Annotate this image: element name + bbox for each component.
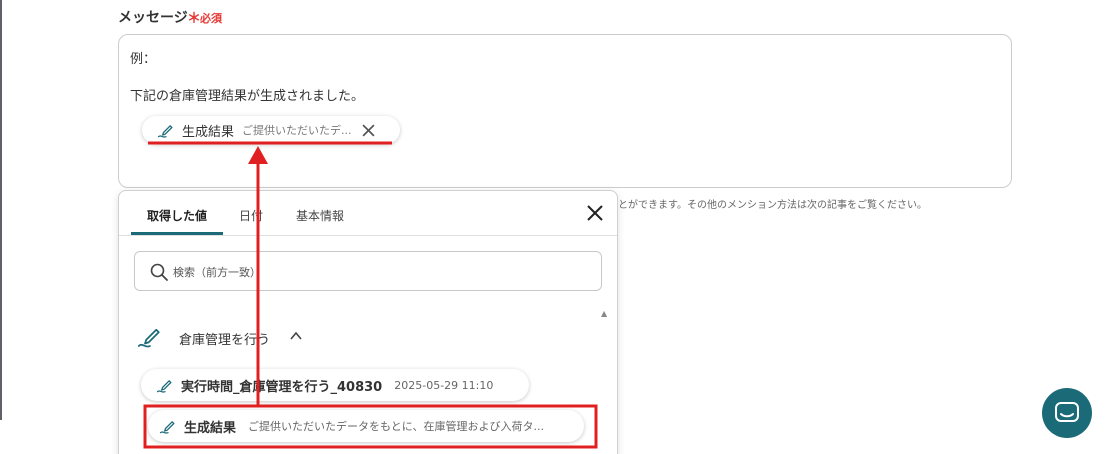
required-badge: 必須 — [200, 12, 222, 25]
item-desc: 2025-05-29 11:10 — [394, 378, 494, 392]
chat-icon — [1055, 402, 1079, 422]
required-star: ＊ — [187, 11, 201, 27]
list-item-run-time[interactable]: 実行時間_倉庫管理を行う_40830 2025-05-29 11:10 — [141, 369, 529, 401]
scroll-up-arrow[interactable]: ▲ — [601, 309, 607, 318]
message-line-1: 例： — [130, 52, 157, 67]
search-icon — [150, 263, 168, 281]
message-textarea[interactable]: 例： 下記の倉庫管理結果が生成されました。 生成結果 ご提供いただいたデ... — [118, 34, 1012, 188]
pen-squiggle-icon — [156, 380, 172, 393]
tab-date[interactable]: 日付 — [239, 207, 263, 224]
page: メッセージ ＊ 必須 例： 下記の倉庫管理結果が生成されました。 生成結果 ご提… — [0, 0, 1112, 454]
list-item-generated-result[interactable]: 生成結果 ご提供いただいたデータをもとに、在庫管理および入荷タ... — [148, 410, 584, 442]
chip-desc: ご提供いただいたデ... — [242, 124, 352, 137]
pen-squiggle-icon — [137, 328, 160, 348]
item-desc: ご提供いただいたデータをもとに、在庫管理および入荷タ... — [248, 420, 544, 433]
chevron-up-icon[interactable] — [289, 329, 303, 343]
message-line-2: 下記の倉庫管理結果が生成されました。 — [130, 89, 365, 104]
helper-text: とができます。その他のメンション方法は次の記事をご覧ください。 — [618, 200, 927, 211]
item-title: 生成結果 — [184, 420, 237, 436]
mention-dropdown: 取得した値 日付 基本情報 検索（前方一致） ▲ 倉庫管理を行う 実行時間_倉庫… — [118, 190, 618, 454]
left-rail — [0, 0, 2, 420]
search-placeholder: 検索（前方一致） — [173, 266, 261, 279]
dropdown-tabs: 取得した値 日付 基本情報 — [119, 191, 617, 236]
pen-squiggle-icon — [157, 125, 173, 138]
tab-basic-info[interactable]: 基本情報 — [296, 207, 344, 224]
mention-chip[interactable]: 生成結果 ご提供いただいたデ... — [142, 116, 400, 144]
item-title: 実行時間_倉庫管理を行う_40830 — [181, 379, 383, 395]
tab-retrieved-values[interactable]: 取得した値 — [147, 207, 207, 224]
active-tab-underline — [131, 232, 223, 235]
chip-title: 生成結果 — [182, 124, 235, 140]
field-label: メッセージ — [118, 10, 188, 26]
search-input[interactable]: 検索（前方一致） — [134, 251, 602, 291]
chat-button[interactable] — [1042, 388, 1092, 438]
close-icon[interactable] — [585, 203, 605, 223]
close-icon[interactable] — [361, 123, 375, 137]
pen-squiggle-icon — [159, 421, 175, 434]
group-label[interactable]: 倉庫管理を行う — [179, 329, 270, 348]
